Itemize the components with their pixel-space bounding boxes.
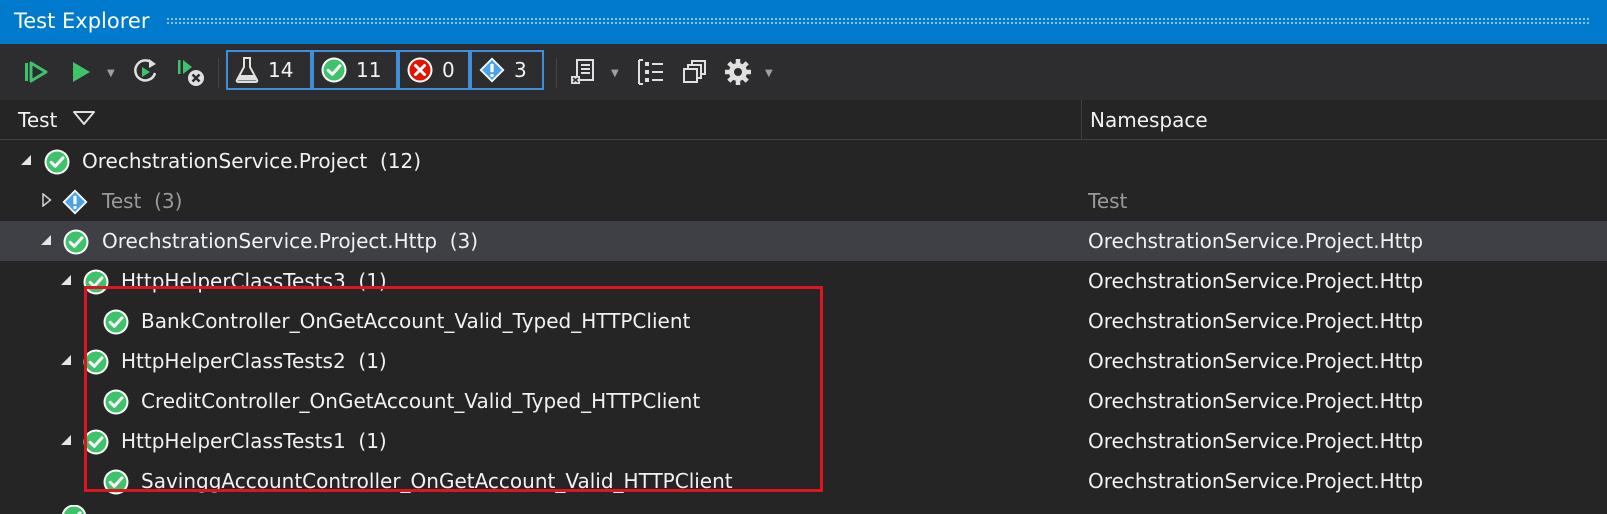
tree-row-label: HttpHelperClassTests2 (1) bbox=[121, 349, 387, 373]
expanded-arrow-icon[interactable] bbox=[60, 274, 72, 286]
passed-icon bbox=[102, 468, 130, 496]
tree-row-label: BankController_OnGetAccount_Valid_Typed_… bbox=[141, 309, 691, 333]
tree-row-label: CreditController_OnGetAccount_Valid_Type… bbox=[141, 389, 701, 413]
run-icon[interactable] bbox=[67, 58, 95, 86]
passed-icon bbox=[102, 388, 130, 416]
namespace-cell: OrechstrationService.Project.Http bbox=[1088, 429, 1424, 453]
expanded-arrow-icon[interactable] bbox=[20, 154, 32, 166]
flask-icon bbox=[235, 57, 259, 83]
total-tests-count: 14 bbox=[268, 58, 294, 82]
passed-icon bbox=[102, 308, 130, 336]
title-bar: Test Explorer bbox=[0, 0, 1607, 44]
tree-row-class[interactable]: HttpHelperClassTests1 (1) OrechstrationS… bbox=[0, 421, 1607, 461]
namespace-cell: OrechstrationService.Project.Http bbox=[1088, 229, 1424, 253]
tree-row-label: OrechstrationService.Project (12) bbox=[82, 149, 422, 173]
tree-row-test-method[interactable]: BankController_OnGetAccount_Valid_Typed_… bbox=[0, 301, 1607, 341]
run-dropdown-icon[interactable]: ▼ bbox=[107, 68, 115, 79]
toolbar-separator bbox=[218, 58, 219, 88]
namespace-cell: OrechstrationService.Project.Http bbox=[1088, 349, 1424, 373]
passed-icon bbox=[82, 428, 110, 456]
sort-chevron-down-icon[interactable] bbox=[72, 110, 96, 126]
total-tests-button[interactable]: 14 bbox=[226, 50, 312, 90]
passed-icon bbox=[62, 228, 90, 256]
expanded-arrow-icon[interactable] bbox=[40, 234, 52, 246]
tree-row-http-namespace[interactable]: OrechstrationService.Project.Http (3) Or… bbox=[0, 221, 1607, 261]
namespace-cell: Test bbox=[1088, 189, 1128, 213]
window-title: Test Explorer bbox=[14, 9, 150, 33]
namespace-cell: OrechstrationService.Project.Http bbox=[1088, 389, 1424, 413]
namespace-column-header[interactable]: Namespace bbox=[1090, 108, 1208, 132]
cancel-run-icon[interactable] bbox=[174, 56, 206, 88]
toolbar: ▼ 14 11 0 3 ▼ ▼ bbox=[0, 44, 1607, 100]
next-row-partial bbox=[60, 505, 90, 514]
failed-icon bbox=[407, 57, 433, 83]
playlist-dropdown-icon[interactable]: ▼ bbox=[611, 68, 619, 79]
passed-tests-button[interactable]: 11 bbox=[312, 50, 398, 90]
collapse-all-icon[interactable] bbox=[682, 57, 710, 87]
playlist-icon[interactable] bbox=[568, 56, 598, 88]
failed-tests-count: 0 bbox=[442, 58, 455, 82]
failed-tests-button[interactable]: 0 bbox=[398, 50, 470, 90]
tree-row-label: HttpHelperClassTests3 (1) bbox=[121, 269, 387, 293]
column-divider[interactable] bbox=[1081, 100, 1082, 140]
tree-row-label: SavinggAccountController_OnGetAccount_Va… bbox=[141, 469, 733, 493]
skipped-icon bbox=[61, 188, 89, 216]
expanded-arrow-icon[interactable] bbox=[60, 434, 72, 446]
skipped-icon bbox=[478, 56, 506, 84]
tree-row-test-method[interactable]: SavinggAccountController_OnGetAccount_Va… bbox=[0, 461, 1607, 501]
run-all-icon[interactable] bbox=[20, 58, 50, 86]
skipped-tests-button[interactable]: 3 bbox=[470, 50, 544, 90]
namespace-cell: OrechstrationService.Project.Http bbox=[1088, 309, 1424, 333]
tree-row-test[interactable]: Test (3) Test bbox=[0, 181, 1607, 221]
repeat-last-run-icon[interactable] bbox=[131, 56, 161, 88]
namespace-cell: OrechstrationService.Project.Http bbox=[1088, 469, 1424, 493]
passed-icon bbox=[320, 56, 348, 84]
test-column-header[interactable]: Test bbox=[18, 108, 57, 132]
passed-tests-count: 11 bbox=[356, 58, 382, 82]
toolbar-separator bbox=[556, 58, 557, 88]
collapsed-arrow-icon[interactable] bbox=[41, 193, 53, 207]
column-header: Test Namespace bbox=[0, 100, 1607, 140]
tree-row-label: OrechstrationService.Project.Http (3) bbox=[102, 229, 479, 253]
passed-icon bbox=[60, 505, 88, 514]
skipped-tests-count: 3 bbox=[514, 58, 527, 82]
settings-dropdown-icon[interactable]: ▼ bbox=[765, 68, 773, 79]
tree-row-project[interactable]: OrechstrationService.Project (12) bbox=[0, 141, 1607, 181]
title-bar-grip[interactable] bbox=[166, 17, 1591, 26]
passed-icon bbox=[82, 348, 110, 376]
passed-icon bbox=[43, 148, 71, 176]
tree-row-test-method[interactable]: CreditController_OnGetAccount_Valid_Type… bbox=[0, 381, 1607, 421]
tree-row-class[interactable]: HttpHelperClassTests3 (1) OrechstrationS… bbox=[0, 261, 1607, 301]
tree-row-label: Test (3) bbox=[102, 189, 183, 213]
passed-icon bbox=[82, 268, 110, 296]
gear-icon[interactable] bbox=[722, 56, 754, 88]
tree-row-label: HttpHelperClassTests1 (1) bbox=[121, 429, 387, 453]
expanded-arrow-icon[interactable] bbox=[60, 354, 72, 366]
tree-row-class[interactable]: HttpHelperClassTests2 (1) OrechstrationS… bbox=[0, 341, 1607, 381]
group-by-icon[interactable] bbox=[636, 57, 666, 87]
namespace-cell: OrechstrationService.Project.Http bbox=[1088, 269, 1424, 293]
